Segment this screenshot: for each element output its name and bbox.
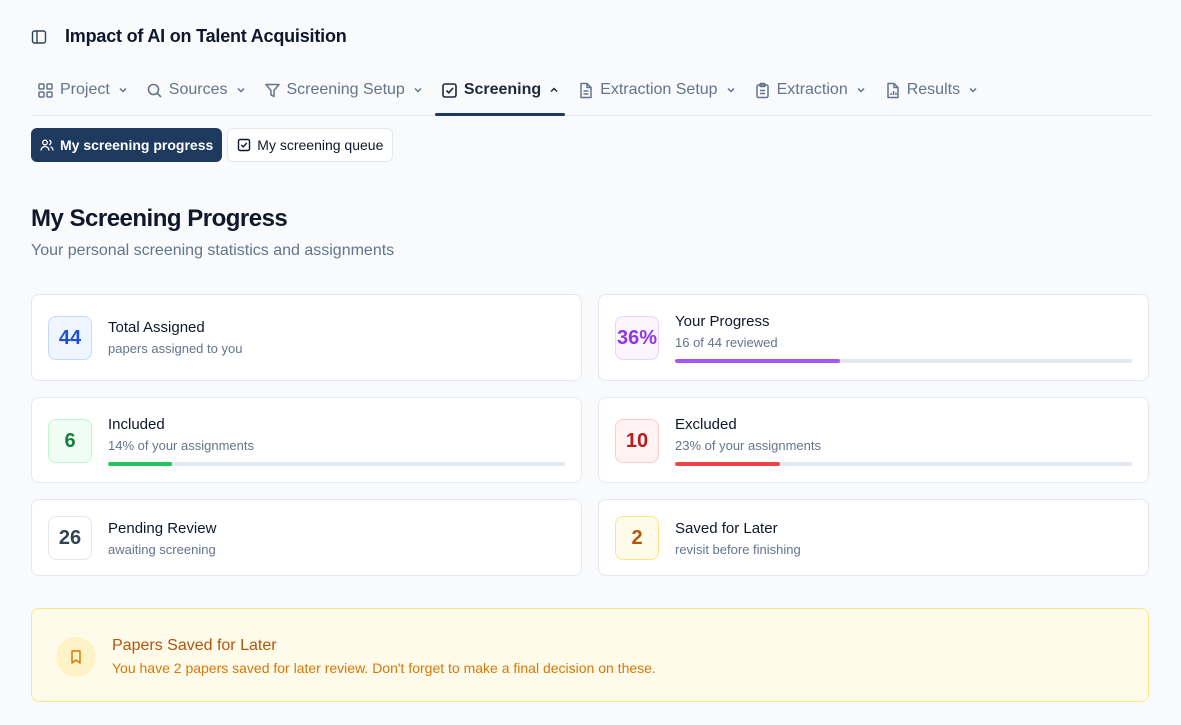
progress-bar — [675, 359, 1132, 363]
saved-for-later-card: 2 Saved for Later revisit before finishi… — [598, 499, 1149, 576]
included-bar-fill — [108, 462, 172, 466]
chevron-down-icon — [413, 85, 423, 95]
card-subtitle: awaiting screening — [108, 542, 216, 557]
tab-label: Extraction — [776, 81, 848, 98]
check-square-icon — [237, 138, 251, 152]
card-title: Pending Review — [108, 520, 217, 537]
tab-label: Results — [906, 81, 961, 98]
chevron-down-icon — [118, 85, 128, 95]
tab-sources[interactable]: Sources — [140, 66, 252, 114]
card-title: Total Assigned — [108, 319, 205, 336]
pending-review-card: 26 Pending Review awaiting screening — [31, 499, 582, 576]
card-subtitle: 23% of your assignments — [675, 438, 821, 453]
sidebar-toggle-icon[interactable] — [31, 29, 47, 45]
total-assigned-value: 44 — [48, 316, 92, 360]
tab-label: Extraction Setup — [600, 81, 718, 98]
subtab-label: My screening queue — [257, 137, 384, 153]
chevron-down-icon — [236, 85, 246, 95]
subtab-label: My screening progress — [60, 137, 214, 153]
project-title: Impact of AI on Talent Acquisition — [65, 26, 347, 46]
clipboard-icon — [754, 82, 771, 99]
header: Impact of AI on Talent Acquisition — [31, 26, 347, 47]
progress-percent-value: 36% — [615, 316, 659, 360]
tab-extraction-setup[interactable]: Extraction Setup — [571, 66, 741, 114]
excluded-card: 10 Excluded 23% of your assignments — [598, 397, 1149, 483]
included-bar — [108, 462, 565, 466]
users-icon — [40, 138, 54, 152]
included-card: 6 Included 14% of your assignments — [31, 397, 582, 483]
search-icon — [146, 82, 163, 99]
filter-icon — [264, 82, 281, 99]
card-title: Excluded — [675, 416, 737, 433]
bookmark-icon — [56, 637, 96, 677]
grid-icon — [37, 82, 54, 99]
chart-file-icon — [884, 82, 901, 99]
card-subtitle: 16 of 44 reviewed — [675, 335, 778, 350]
tab-label: Project — [60, 81, 110, 98]
card-title: Saved for Later — [675, 520, 778, 537]
chevron-up-icon — [549, 85, 559, 95]
saved-for-later-value: 2 — [615, 516, 659, 560]
card-subtitle: 14% of your assignments — [108, 438, 254, 453]
tab-screening[interactable]: Screening — [434, 66, 566, 116]
chevron-down-icon — [856, 85, 866, 95]
chevron-down-icon — [726, 85, 736, 95]
tab-screening-setup[interactable]: Screening Setup — [258, 66, 429, 114]
my-screening-queue-tab[interactable]: My screening queue — [227, 128, 394, 162]
excluded-bar-fill — [675, 462, 781, 466]
saved-for-later-alert: Papers Saved for Later You have 2 papers… — [31, 608, 1149, 702]
page-title: My Screening Progress — [31, 205, 288, 232]
card-title: Included — [108, 416, 165, 433]
card-title: Your Progress — [675, 313, 770, 330]
tab-project[interactable]: Project — [31, 66, 134, 114]
tab-results[interactable]: Results — [878, 66, 984, 114]
excluded-bar — [675, 462, 1132, 466]
tab-extraction[interactable]: Extraction — [748, 66, 872, 114]
alert-title: Papers Saved for Later — [112, 637, 277, 654]
tab-label: Screening Setup — [286, 81, 405, 98]
page-subtitle: Your personal screening statistics and a… — [31, 242, 395, 259]
card-subtitle: papers assigned to you — [108, 341, 243, 356]
excluded-value: 10 — [615, 419, 659, 463]
check-square-icon — [441, 82, 458, 99]
included-value: 6 — [48, 419, 92, 463]
total-assigned-card: 44 Total Assigned papers assigned to you — [31, 294, 582, 381]
alert-text: You have 2 papers saved for later review… — [112, 660, 656, 676]
screening-subtabs: My screening progress My screening queue — [31, 128, 394, 162]
chevron-down-icon — [968, 85, 978, 95]
card-subtitle: revisit before finishing — [675, 542, 801, 557]
tab-label: Sources — [168, 81, 228, 98]
main-nav: Project Sources Screening Setup Screenin… — [31, 66, 1153, 116]
your-progress-card: 36% Your Progress 16 of 44 reviewed — [598, 294, 1149, 381]
my-screening-progress-tab[interactable]: My screening progress — [31, 128, 223, 162]
pending-review-value: 26 — [48, 516, 92, 560]
document-icon — [577, 82, 594, 99]
progress-bar-fill — [675, 359, 840, 363]
tab-label: Screening — [463, 81, 542, 98]
